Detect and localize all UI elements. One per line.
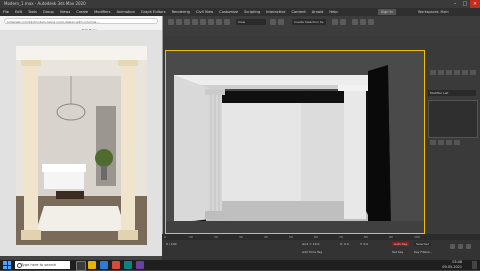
timeline-tick: 60: [314, 235, 318, 239]
timeline-tick: 40: [264, 235, 268, 239]
mirror-icon[interactable]: [332, 19, 338, 25]
menu-item[interactable]: Edit: [15, 8, 22, 16]
show-end-result-icon[interactable]: [438, 140, 444, 145]
render-icon[interactable]: [368, 19, 374, 25]
set-key-button[interactable]: Set Key: [392, 250, 403, 254]
sign-in-button[interactable]: Sign In: [378, 9, 396, 15]
timeline-tick: 50: [289, 235, 293, 239]
menu-item[interactable]: Civil View: [196, 8, 213, 16]
edge-icon[interactable]: [100, 261, 108, 269]
redo-icon[interactable]: [176, 19, 182, 25]
selected-dropdown[interactable]: Selected: [414, 242, 432, 246]
coord-y[interactable]: Y: 0.0: [360, 242, 368, 246]
align-icon[interactable]: [340, 19, 346, 25]
rotate-icon[interactable]: [216, 19, 222, 25]
command-panel: Modifier List: [426, 52, 480, 232]
timeline-tick: 70: [339, 235, 343, 239]
title-bar: Modern_1.max - Autodesk 3ds Max 2020: [0, 0, 480, 8]
timeline-tick: 20: [214, 235, 218, 239]
select-icon[interactable]: [200, 19, 206, 25]
scale-icon[interactable]: [224, 19, 230, 25]
key-filters-button[interactable]: Key Filters...: [414, 250, 432, 254]
frame-counter: 0 / 100: [166, 242, 177, 246]
link-icon[interactable]: [184, 19, 190, 25]
3dsmax-icon[interactable]: [124, 261, 132, 269]
timeline-ticks: 0 10 20 30 40 50 60 70 80 90 100: [164, 234, 424, 240]
orbit-icon[interactable]: [466, 244, 471, 249]
menu-item[interactable]: Scripting: [244, 8, 260, 16]
auto-key-button[interactable]: Auto Key: [392, 242, 410, 246]
display-tab-icon[interactable]: [462, 70, 468, 75]
zoom-icon[interactable]: [458, 244, 463, 249]
menu-item[interactable]: Animation: [117, 8, 135, 16]
taskbar-clock[interactable]: 03:48 09-05-2021: [442, 260, 462, 270]
menu-item[interactable]: Arnold: [312, 8, 324, 16]
motion-tab-icon[interactable]: [454, 70, 460, 75]
minimize-button[interactable]: –: [450, 0, 460, 8]
windows-taskbar: [0, 260, 480, 270]
file-explorer-icon[interactable]: [88, 261, 96, 269]
menu-item[interactable]: Views: [60, 8, 70, 16]
timeline-panel: 0 10 20 30 40 50 60 70 80 90 100 0 / 100 Grid = 10…: [162, 234, 480, 260]
menu-item[interactable]: Interactive: [266, 8, 285, 16]
hierarchy-tab-icon[interactable]: [446, 70, 452, 75]
add-time-tag[interactable]: Add Time Tag: [302, 250, 322, 254]
play-icon[interactable]: [450, 244, 455, 249]
chrome-icon[interactable]: [112, 261, 120, 269]
reference-room-photo: [16, 46, 147, 245]
taskbar-search-input[interactable]: Type here to search: [15, 261, 70, 269]
snap-icon[interactable]: [270, 19, 276, 25]
search-icon: [17, 263, 22, 268]
window-title: Modern_1.max - Autodesk 3ds Max 2020: [4, 1, 86, 6]
address-bar[interactable]: pinterest.com/pin/modern-living-room-des…: [4, 18, 158, 24]
material-editor-icon[interactable]: [352, 19, 358, 25]
menu-item[interactable]: Help: [329, 8, 337, 16]
maximize-button[interactable]: □: [460, 0, 470, 8]
windows-start-icon[interactable]: [3, 261, 11, 269]
perspective-viewport[interactable]: [165, 50, 425, 234]
coord-x[interactable]: X: 0.0: [340, 242, 349, 246]
menu-item[interactable]: Create: [76, 8, 88, 16]
menu-item[interactable]: Rendering: [172, 8, 190, 16]
render-setup-icon[interactable]: [360, 19, 366, 25]
modify-tab-icon[interactable]: [438, 70, 444, 75]
angle-snap-icon[interactable]: [278, 19, 284, 25]
view-dropdown[interactable]: View: [236, 19, 266, 25]
menu-item[interactable]: Modifiers: [94, 8, 110, 16]
move-icon[interactable]: [208, 19, 214, 25]
unlink-icon[interactable]: [192, 19, 198, 25]
timeline-tick: 100: [414, 235, 420, 239]
make-unique-icon[interactable]: [446, 140, 452, 145]
notifications-icon[interactable]: [472, 261, 477, 269]
media-icon[interactable]: [136, 261, 144, 269]
timeline-tick: 90: [389, 235, 393, 239]
timeline-tick: 80: [364, 235, 368, 239]
create-tab-icon[interactable]: [430, 70, 436, 75]
timeline-tick: 0: [164, 235, 166, 239]
grid-readout: Grid = 10.0: [302, 242, 320, 246]
modifier-stack[interactable]: [428, 100, 478, 138]
pin-stack-icon[interactable]: [430, 140, 436, 145]
menu-item[interactable]: Content: [291, 8, 305, 16]
utilities-tab-icon[interactable]: [470, 70, 476, 75]
menu-item[interactable]: Group: [43, 8, 54, 16]
viewport-scene: [166, 51, 424, 233]
browser-toolbar: pinterest.com/pin/modern-living-room-des…: [0, 16, 162, 31]
modifier-list-dropdown[interactable]: Modifier List: [428, 90, 476, 96]
undo-icon[interactable]: [168, 19, 174, 25]
menu-item[interactable]: File: [3, 8, 9, 16]
menu-item[interactable]: Graph Editors: [141, 8, 166, 16]
timeline-tick: 30: [239, 235, 243, 239]
close-button[interactable]: ×: [470, 0, 480, 8]
timeline-tick: 10: [189, 235, 193, 239]
menu-bar: File Edit Tools Group Views Create Modifiers An…: [0, 8, 480, 16]
selection-set-dropdown[interactable]: Create Selection Se: [292, 19, 326, 25]
menu-item[interactable]: Customize: [219, 8, 238, 16]
clock-date: 09-05-2021: [442, 265, 462, 269]
menu-item[interactable]: Tools: [28, 8, 37, 16]
workspace-label[interactable]: Workspaces: Main: [418, 9, 449, 15]
remove-modifier-icon[interactable]: [454, 140, 460, 145]
